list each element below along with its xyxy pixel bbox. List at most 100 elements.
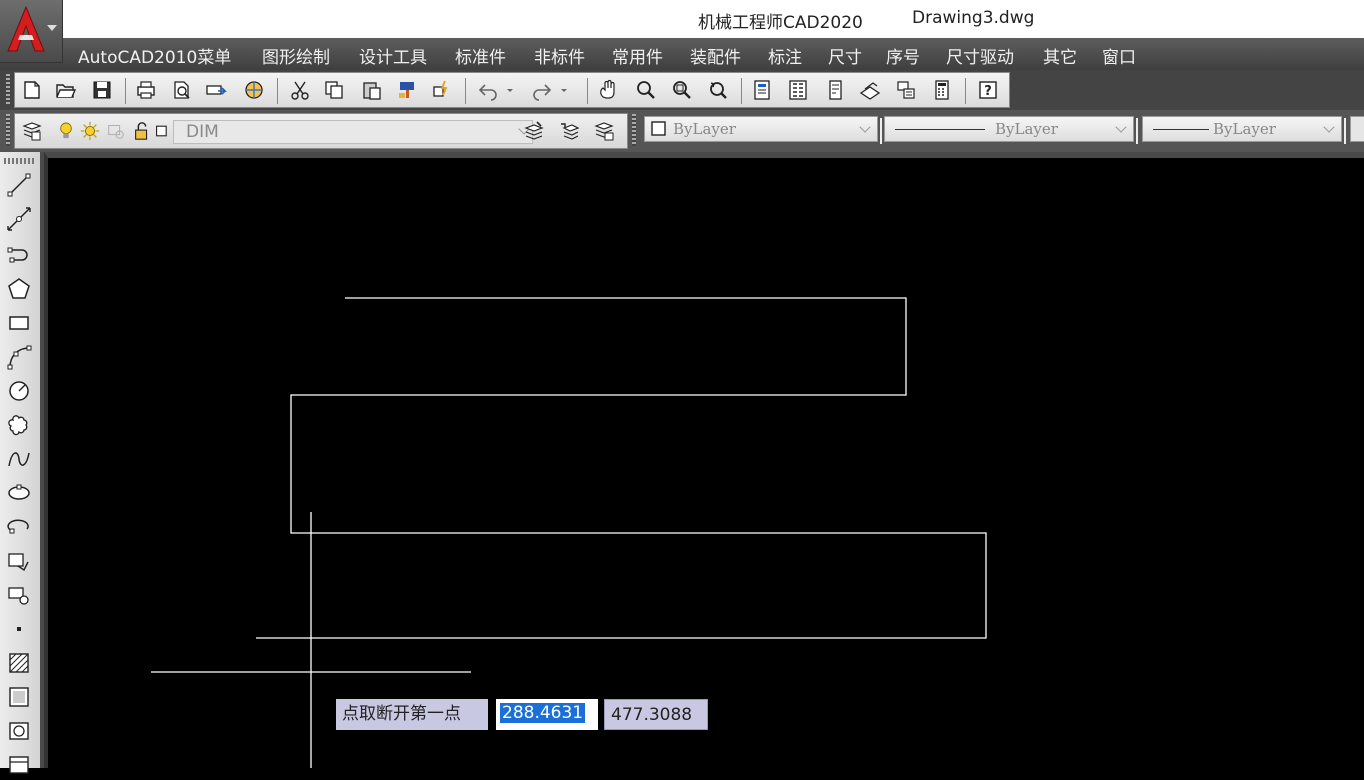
tool-palettes-button[interactable]: [823, 77, 849, 103]
open-file-button[interactable]: [53, 77, 79, 103]
copy-button[interactable]: [321, 77, 347, 103]
paste-button[interactable]: [359, 77, 385, 103]
toolbar-grip[interactable]: [6, 114, 10, 146]
block-editor-button[interactable]: [429, 77, 455, 103]
markup-icon: [897, 81, 915, 99]
make-object-layer-current-button[interactable]: [521, 118, 547, 144]
arc-button[interactable]: [4, 342, 34, 372]
toolbar-separator: [587, 78, 588, 104]
layer-properties-button[interactable]: [19, 118, 45, 144]
menu-autocad2010[interactable]: AutoCAD2010菜单: [78, 43, 231, 68]
region-button[interactable]: [4, 716, 34, 746]
dynamic-input-x-field[interactable]: 288.4631: [496, 699, 598, 730]
rectangle-button[interactable]: [4, 308, 34, 338]
xline-icon: [7, 207, 31, 231]
current-layer-name: DIM: [186, 122, 219, 142]
table-button[interactable]: [4, 750, 34, 780]
line-tool-button[interactable]: [4, 170, 34, 200]
sun-icon: [80, 121, 100, 141]
menu-design-tools[interactable]: 设计工具: [359, 43, 427, 68]
redo-icon: [533, 84, 552, 101]
point-button[interactable]: [4, 614, 34, 644]
dynamic-input-prompt: 点取断开第一点: [336, 699, 488, 730]
cloud-icon: [8, 415, 28, 436]
title-bar: 机械工程师CAD2020 Drawing3.dwg: [0, 0, 1364, 38]
toolbar-divider: [880, 118, 882, 144]
undo-dropdown[interactable]: [503, 77, 517, 103]
lineweight-control-dropdown[interactable]: ByLayer: [1142, 116, 1342, 142]
toolbar-divider: [1344, 118, 1346, 144]
toolbar-grip[interactable]: [4, 158, 34, 164]
toolbar-separator: [465, 78, 466, 104]
publish-web-button[interactable]: [241, 77, 267, 103]
menu-other[interactable]: 其它: [1043, 43, 1077, 68]
design-center-button[interactable]: [785, 77, 811, 103]
menu-annotate[interactable]: 标注: [768, 43, 802, 68]
zoom-window-button[interactable]: [669, 77, 695, 103]
menu-dimension[interactable]: 尺寸: [828, 43, 862, 68]
copy-icon: [325, 81, 343, 99]
circle-button[interactable]: [4, 376, 34, 406]
polyline-button[interactable]: [4, 240, 34, 270]
sheet-set-button[interactable]: [857, 77, 883, 103]
menu-nonstandard-parts[interactable]: 非标件: [534, 43, 585, 68]
insert-block-button[interactable]: [4, 546, 34, 576]
pentagon-icon: [8, 278, 30, 299]
scissors-icon: [291, 81, 309, 100]
properties-button[interactable]: [749, 77, 775, 103]
color-control-dropdown[interactable]: ByLayer: [644, 116, 878, 142]
make-block-button[interactable]: [4, 580, 34, 610]
pan-realtime-button[interactable]: [595, 77, 621, 103]
spline-button[interactable]: [4, 444, 34, 474]
help-button[interactable]: ?: [975, 77, 1001, 103]
file-name: Drawing3.dwg: [912, 8, 1035, 28]
gradient-button[interactable]: [4, 682, 34, 712]
menu-window[interactable]: 窗口: [1102, 43, 1136, 68]
hatch-button[interactable]: [4, 648, 34, 678]
layer-states-button[interactable]: [591, 118, 617, 144]
print-preview-icon: [174, 81, 190, 99]
menu-assembly-parts[interactable]: 装配件: [690, 43, 741, 68]
menu-draw[interactable]: 图形绘制: [262, 43, 330, 68]
revision-cloud-button[interactable]: [4, 410, 34, 440]
layer-color-swatch[interactable]: [153, 118, 173, 144]
layer-viewport-freeze-toggle[interactable]: [105, 118, 127, 144]
quickcalc-button[interactable]: [929, 77, 955, 103]
help-icon: ?: [979, 81, 997, 99]
linetype-sample-line: [895, 129, 985, 130]
menu-common-parts[interactable]: 常用件: [612, 43, 663, 68]
toolbar-grip[interactable]: [632, 114, 636, 146]
layer-previous-button[interactable]: [557, 118, 583, 144]
plot-button[interactable]: [133, 77, 159, 103]
menu-standard-parts[interactable]: 标准件: [455, 43, 506, 68]
menu-dimension-drive[interactable]: 尺寸驱动: [946, 43, 1014, 68]
redo-dropdown[interactable]: [557, 77, 571, 103]
plot-style-control-dropdown[interactable]: [1350, 116, 1364, 142]
arc-icon: [7, 345, 32, 370]
layer-lock-toggle[interactable]: [131, 118, 153, 144]
zoom-previous-button[interactable]: [705, 77, 731, 103]
toolbar-grip[interactable]: [6, 74, 10, 106]
markup-set-button[interactable]: [893, 77, 919, 103]
linetype-control-dropdown[interactable]: ByLayer: [884, 116, 1134, 142]
plot-preview-button[interactable]: [169, 77, 195, 103]
dynamic-input-y-field[interactable]: 477.3088: [604, 699, 708, 730]
match-properties-button[interactable]: [395, 77, 421, 103]
application-menu-button[interactable]: [0, 0, 63, 63]
save-button[interactable]: [89, 77, 115, 103]
layer-on-toggle[interactable]: [57, 118, 75, 144]
menu-balloon[interactable]: 序号: [886, 43, 920, 68]
cut-button[interactable]: [287, 77, 313, 103]
drawing-canvas[interactable]: [44, 152, 1364, 768]
undo-button[interactable]: [475, 77, 501, 103]
ellipse-arc-button[interactable]: [4, 512, 34, 542]
layer-freeze-toggle[interactable]: [79, 118, 101, 144]
new-file-button[interactable]: [19, 77, 45, 103]
ellipse-button[interactable]: [4, 478, 34, 508]
layer-dropdown[interactable]: DIM: [173, 120, 533, 144]
zoom-realtime-button[interactable]: [633, 77, 659, 103]
redo-button[interactable]: [529, 77, 555, 103]
polygon-button[interactable]: [4, 274, 34, 304]
publish-button[interactable]: [203, 77, 229, 103]
construction-line-button[interactable]: [4, 204, 34, 234]
